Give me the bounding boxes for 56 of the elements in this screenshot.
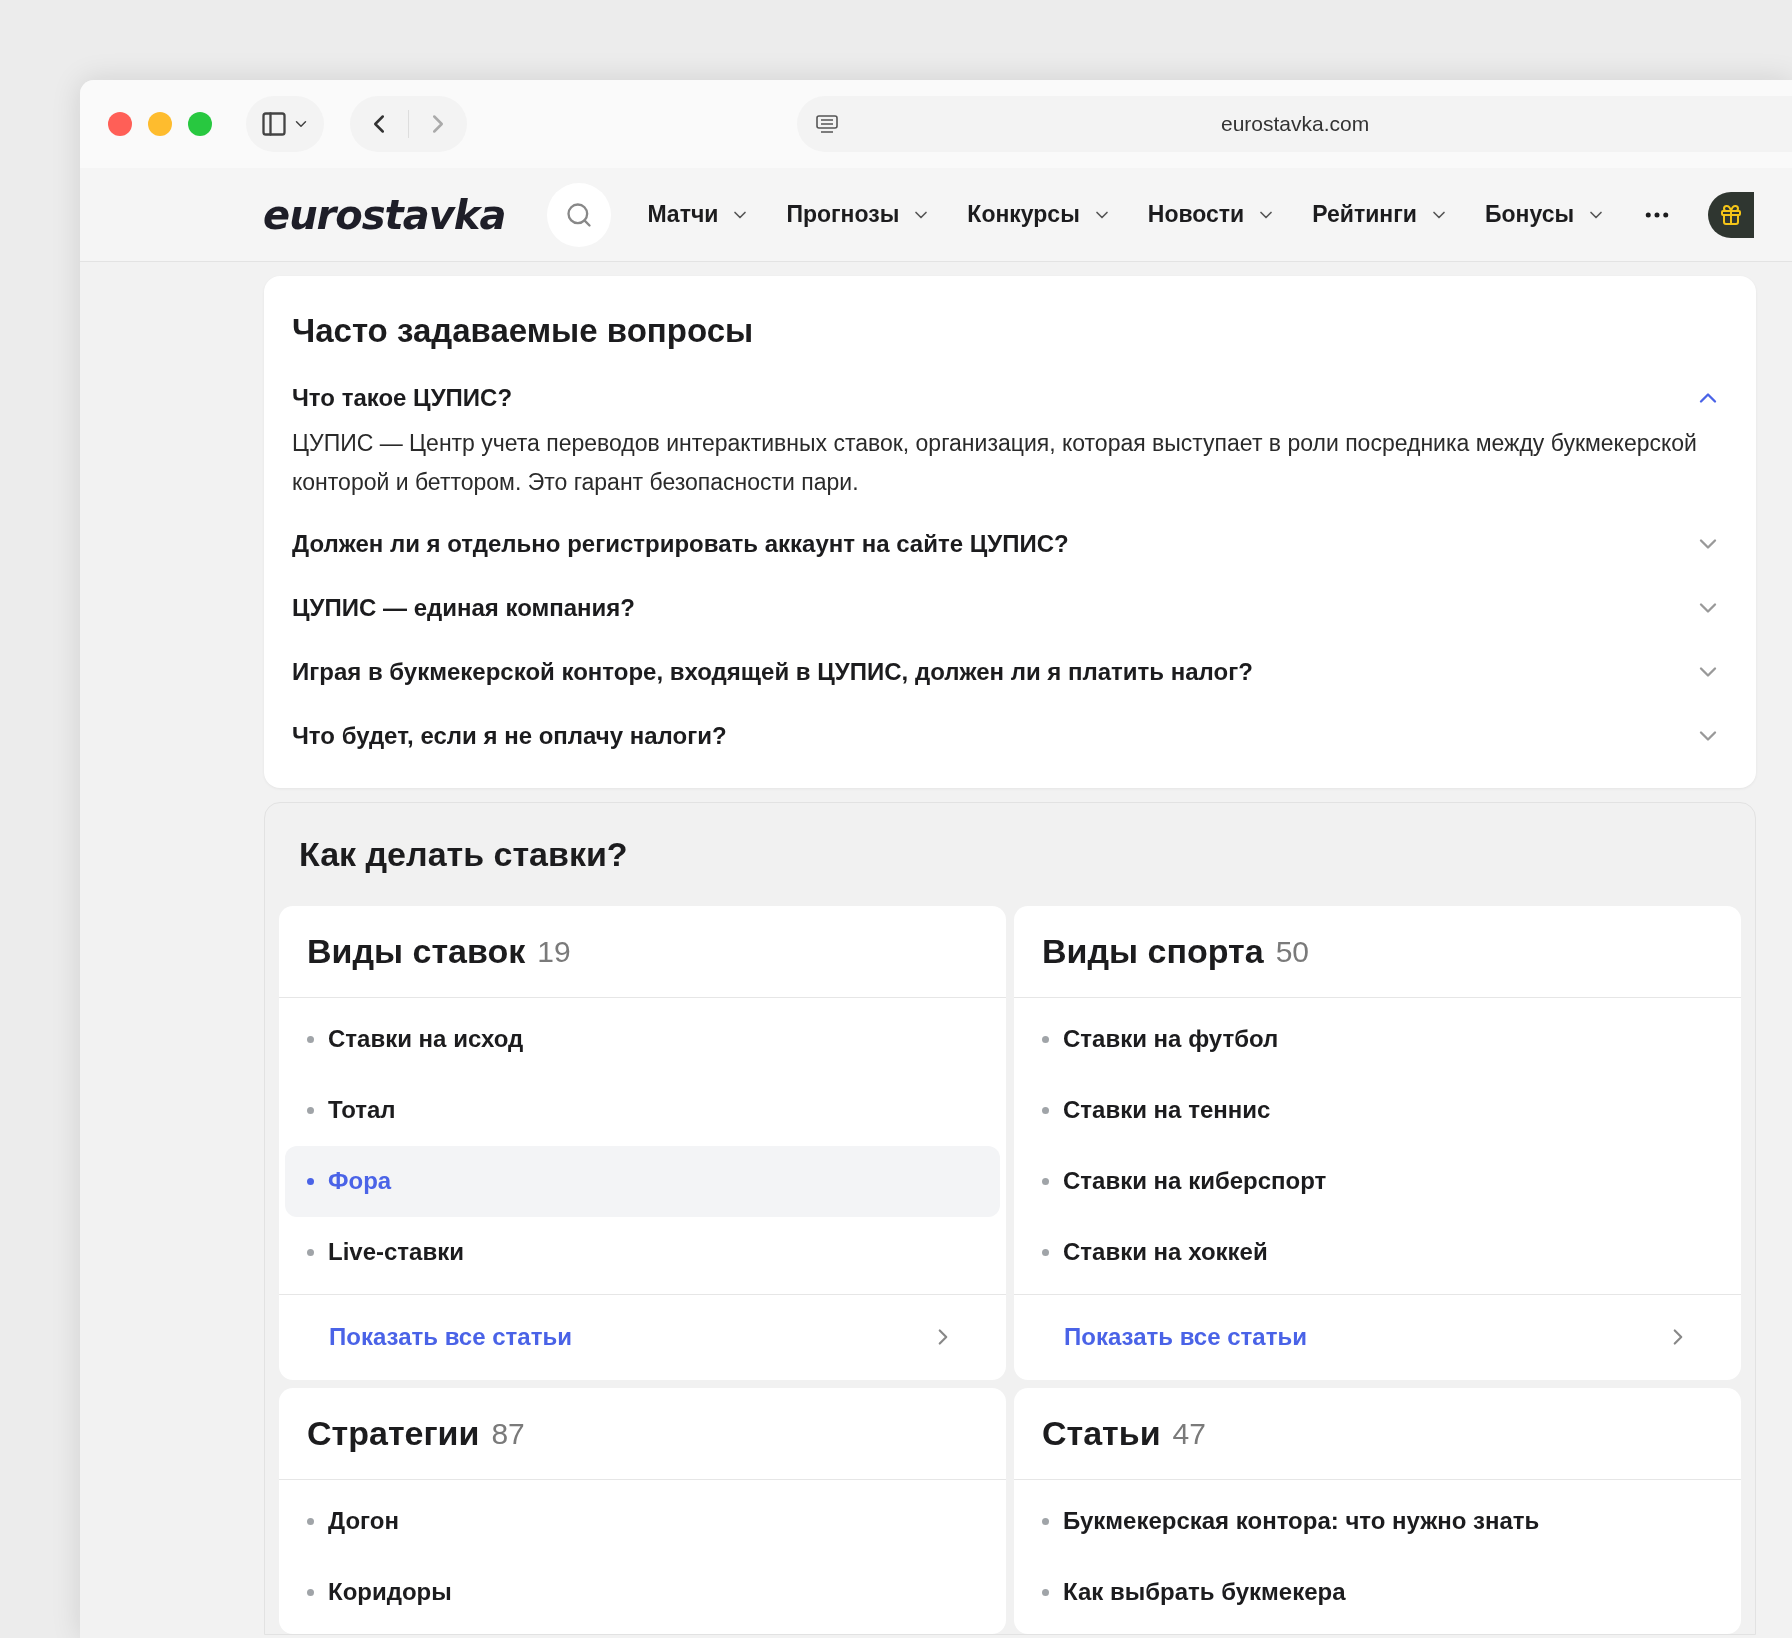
faq-question[interactable]: Играя в букмекерской конторе, входящей в ЦУПИС, должен ли я платить налог? — [292, 639, 1728, 704]
page-icon — [815, 114, 839, 134]
bullet-icon — [307, 1588, 314, 1596]
site-logo[interactable]: eurostavka — [263, 184, 506, 245]
bullet-icon — [307, 1106, 314, 1114]
faq-question[interactable]: ЦУПИС — единая компания? — [292, 575, 1728, 640]
nav-menu-item[interactable]: Рейтинги — [1312, 197, 1449, 232]
nav-menu-item[interactable]: Новости — [1147, 197, 1277, 232]
bullet-icon — [307, 1248, 314, 1256]
category-title: Виды спорта — [1042, 930, 1264, 972]
category-link[interactable]: Ставки на футбол — [1020, 1003, 1735, 1075]
category-link[interactable]: Ставки на теннис — [1020, 1074, 1735, 1146]
category-link[interactable]: Букмекерская контора: что нужно знать — [1020, 1485, 1735, 1557]
category-link[interactable]: Ставки на киберспорт — [1020, 1145, 1735, 1217]
category-link[interactable]: Как выбрать букмекера — [1020, 1556, 1735, 1628]
category-link[interactable]: Live-ставки — [285, 1216, 1000, 1288]
faq-question[interactable]: Что будет, если я не оплачу налоги? — [292, 703, 1728, 768]
search-icon — [565, 200, 594, 229]
show-all-link[interactable]: Показать все статьи — [279, 1293, 1006, 1380]
category-count: 47 — [1172, 1415, 1206, 1452]
category-count: 87 — [491, 1415, 525, 1452]
faq-question[interactable]: Должен ли я отдельно регистрировать аккаунт на сайте ЦУПИС? — [292, 511, 1728, 576]
bullet-icon — [307, 1035, 314, 1043]
show-all-link[interactable]: Показать все статьи — [1014, 1293, 1741, 1380]
faq-question[interactable]: Что такое ЦУПИС? — [292, 365, 1728, 430]
bullet-icon — [1042, 1106, 1049, 1114]
faq-title: Часто задаваемые вопросы — [292, 311, 755, 351]
sidebar-icon — [260, 110, 288, 138]
gift-icon — [1719, 202, 1744, 227]
bullet-icon — [1042, 1588, 1049, 1596]
url-text: eurostavka.com — [1221, 111, 1370, 138]
category-link[interactable]: Тотал — [285, 1074, 1000, 1146]
category-link[interactable]: Догон — [285, 1485, 1000, 1557]
bullet-icon — [307, 1177, 314, 1185]
nav-menu-item[interactable]: Бонусы — [1484, 197, 1607, 232]
address-bar[interactable]: eurostavka.com — [797, 96, 1792, 152]
category-title: Стратегии — [307, 1412, 480, 1454]
category-link[interactable]: Ставки на хоккей — [1020, 1216, 1735, 1288]
category-link[interactable]: Фора — [285, 1145, 1000, 1217]
bullet-icon — [307, 1517, 314, 1525]
faq-answer: ЦУПИС — Центр учета переводов интерактивных ставок, организация, которая выступает в роли посредника между букмекерской конторой и беттором. Это гарант безопасности пари. — [292, 428, 1698, 497]
category-link[interactable]: Коридоры — [285, 1556, 1000, 1628]
bullet-icon — [1042, 1248, 1049, 1256]
nav-menu-item[interactable]: Матчи — [647, 197, 751, 232]
category-count: 50 — [1275, 933, 1309, 970]
category-title: Виды ставок — [307, 930, 526, 972]
bullet-icon — [1042, 1035, 1049, 1043]
category-count: 19 — [537, 933, 571, 970]
bullet-icon — [1042, 1517, 1049, 1525]
category-title: Статьи — [1042, 1412, 1161, 1454]
howto-title: Как делать ставки? — [299, 833, 629, 875]
nav-menu-item[interactable]: Конкурсы — [967, 197, 1112, 232]
category-link[interactable]: Ставки на исход — [285, 1003, 1000, 1075]
nav-menu-item[interactable]: Прогнозы — [786, 197, 932, 232]
bullet-icon — [1042, 1177, 1049, 1185]
gift-button[interactable] — [1708, 191, 1755, 238]
